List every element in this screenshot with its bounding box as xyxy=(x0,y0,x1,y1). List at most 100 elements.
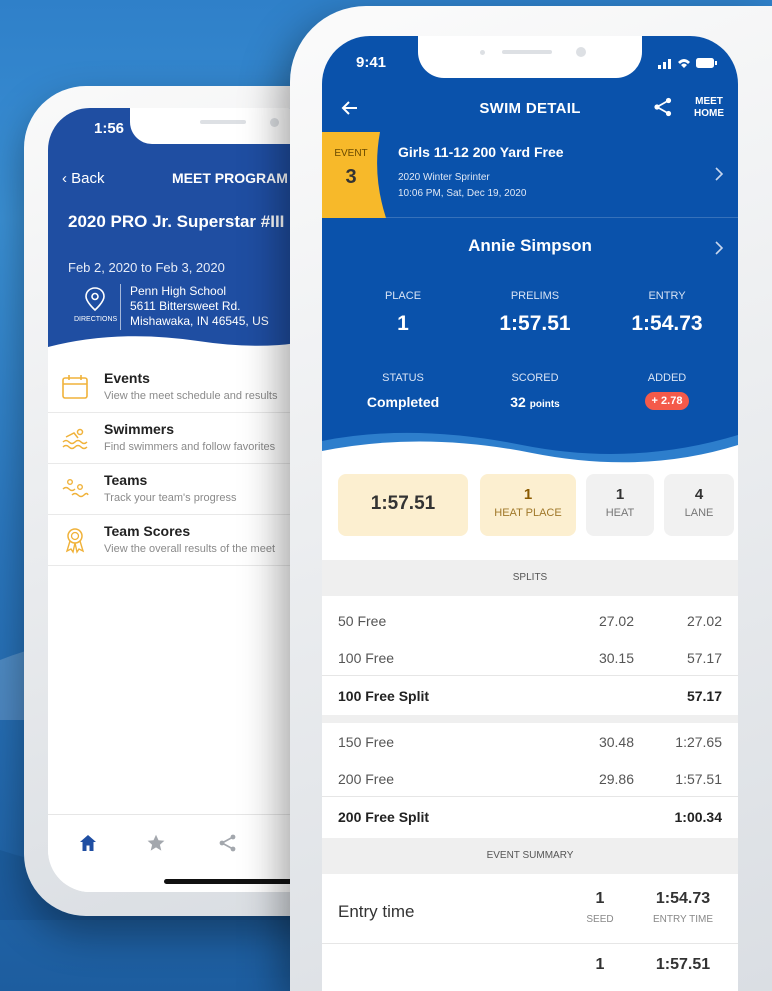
meet-program-screen: 1:56 ‹ Back MEET PROGRAM 2020 PRO Jr. Su… xyxy=(48,108,330,892)
phone-notch xyxy=(418,36,642,78)
split-subtotal-row: 100 Free Split 57.17 xyxy=(322,677,738,714)
cumulative-time: 27.02 xyxy=(686,613,722,629)
split-name: 100 Free xyxy=(338,650,395,666)
split-row: 100 Free 30.15 57.17 xyxy=(322,639,738,676)
cumulative-time: 1:00.34 xyxy=(674,809,722,825)
event-badge: EVENT 3 xyxy=(322,132,386,218)
entry-time-value: 1:54.73 xyxy=(655,890,711,907)
time-column: 1:54.73 ENTRY TIME xyxy=(642,890,724,925)
meet-home-button[interactable]: MEET HOME xyxy=(694,96,724,120)
directions-label: DIRECTIONS xyxy=(74,316,118,323)
page-title: SWIM DETAIL xyxy=(479,100,581,117)
split-row: 150 Free 30.48 1:27.65 xyxy=(322,723,738,760)
heat-place-value: 1 xyxy=(523,486,533,503)
address-line: Penn High School xyxy=(130,284,227,298)
calendar-icon xyxy=(62,375,88,399)
meet-dates: Feb 2, 2020 to Feb 3, 2020 xyxy=(68,260,225,275)
heat-label: HEAT xyxy=(605,507,635,519)
cumulative-time: 1:57.51 xyxy=(675,771,722,787)
swim-detail-screen: 9:41 SWIM DETAIL MEET HOME EVENT 3 Girls… xyxy=(322,36,738,991)
menu-item-subtitle: Track your team's progress xyxy=(104,492,237,504)
teams-icon xyxy=(62,478,89,498)
stat-value: 32 points xyxy=(470,394,600,410)
seed-column: 1 SEED xyxy=(570,890,630,925)
chevron-left-icon: ‹ xyxy=(62,170,67,187)
lane-card: 4 LANE xyxy=(664,474,734,536)
event-meet: 2020 Winter Sprinter xyxy=(398,172,490,183)
split-time: 29.86 xyxy=(598,771,634,787)
final-time-card: 1:57.51 xyxy=(338,474,468,536)
stat-label: STATUS xyxy=(382,372,424,384)
result-cards: 1:57.51 1 HEAT PLACE 1 HEAT 4 LANE xyxy=(338,474,734,538)
stat-scored: SCORED 32 points xyxy=(470,372,600,410)
lane-label: LANE xyxy=(684,507,714,519)
address-line: 5611 Bittersweet Rd. xyxy=(130,299,241,313)
address-line: Mishawaka, IN 46545, US xyxy=(130,314,269,328)
event-datetime: 10:06 PM, Sat, Dec 19, 2020 xyxy=(398,188,527,199)
share-icon[interactable] xyxy=(218,833,238,853)
added-badge: + 2.78 xyxy=(644,392,690,410)
bottom-tab-bar xyxy=(48,814,330,892)
star-icon[interactable] xyxy=(146,833,166,853)
menu-item-subtitle: Find swimmers and follow favorites xyxy=(104,441,276,453)
menu-item-title: Teams xyxy=(104,472,148,488)
meet-address: Penn High School 5611 Bittersweet Rd. Mi… xyxy=(130,284,269,329)
heat-place-card: 1 HEAT PLACE xyxy=(480,474,576,536)
menu-item-events[interactable]: Events View the meet schedule and result… xyxy=(48,362,330,413)
meet-name: 2020 PRO Jr. Superstar #III xyxy=(68,212,285,231)
menu-item-teams[interactable]: Teams Track your team's progress xyxy=(48,464,330,515)
stat-value: 1:54.73 xyxy=(631,312,703,335)
status-time: 9:41 xyxy=(356,54,387,71)
stat-label: ENTRY xyxy=(648,290,686,302)
seed-label: SEED xyxy=(586,914,614,925)
menu-item-title: Team Scores xyxy=(104,523,191,539)
heat-value: 1 xyxy=(615,486,625,503)
summary-row: 1 1:57.51 xyxy=(322,944,738,991)
time-column: 1:57.51 xyxy=(642,956,724,974)
split-name: 200 Free xyxy=(338,771,395,787)
meet-home-label: HOME xyxy=(694,108,724,119)
heat-place-label: HEAT PLACE xyxy=(494,507,562,519)
menu-item-title: Events xyxy=(104,370,150,386)
swimmer-name[interactable]: Annie Simpson xyxy=(322,236,738,256)
event-summary-header: EVENT SUMMARY xyxy=(322,838,738,874)
menu-item-swimmers[interactable]: Swimmers Find swimmers and follow favori… xyxy=(48,413,330,464)
seed-value: 1 xyxy=(595,890,605,907)
split-time: 27.02 xyxy=(598,613,634,629)
stat-value: 1:57.51 xyxy=(499,312,571,335)
split-row: 200 Free 29.86 1:57.51 xyxy=(322,760,738,797)
event-row[interactable]: EVENT 3 Girls 11-12 200 Yard Free 2020 W… xyxy=(322,132,738,218)
home-indicator xyxy=(164,879,304,884)
location-pin-icon xyxy=(85,287,105,312)
stat-label: PLACE xyxy=(384,290,422,302)
event-label: EVENT xyxy=(334,148,368,159)
back-button[interactable]: ‹ Back xyxy=(62,170,105,187)
split-name: 200 Free Split xyxy=(338,809,430,825)
split-time: 30.48 xyxy=(598,734,634,750)
seed-value: 1 xyxy=(595,956,605,973)
home-icon[interactable] xyxy=(78,833,98,853)
scored-unit: points xyxy=(529,399,560,410)
split-name: 50 Free xyxy=(338,613,387,629)
menu-item-title: Swimmers xyxy=(104,421,175,437)
chevron-right-icon xyxy=(715,241,724,255)
stat-label: PRELIMS xyxy=(510,290,560,302)
split-name: 150 Free xyxy=(338,734,395,750)
stat-value: Completed xyxy=(366,394,440,410)
meet-header: 1:56 ‹ Back MEET PROGRAM 2020 PRO Jr. Su… xyxy=(48,108,330,359)
front-phone: 9:41 SWIM DETAIL MEET HOME EVENT 3 Girls… xyxy=(290,6,772,991)
cumulative-time: 57.17 xyxy=(686,650,722,666)
final-time-value: 1:57.51 xyxy=(655,956,711,973)
summary-row: Entry time 1 SEED 1:54.73 ENTRY TIME xyxy=(322,878,738,944)
share-icon[interactable] xyxy=(652,96,674,118)
ribbon-icon xyxy=(65,528,85,554)
cumulative-time: 1:27.65 xyxy=(675,734,722,750)
event-number: 3 xyxy=(345,166,357,188)
cumulative-time: 57.17 xyxy=(686,688,722,704)
final-time: 1:57.51 xyxy=(370,493,436,514)
section-gap xyxy=(322,715,738,723)
scored-points: 32 xyxy=(510,394,526,410)
stat-label: ADDED xyxy=(647,372,687,384)
menu-item-team-scores[interactable]: Team Scores View the overall results of … xyxy=(48,515,330,566)
lane-value: 4 xyxy=(694,486,704,503)
